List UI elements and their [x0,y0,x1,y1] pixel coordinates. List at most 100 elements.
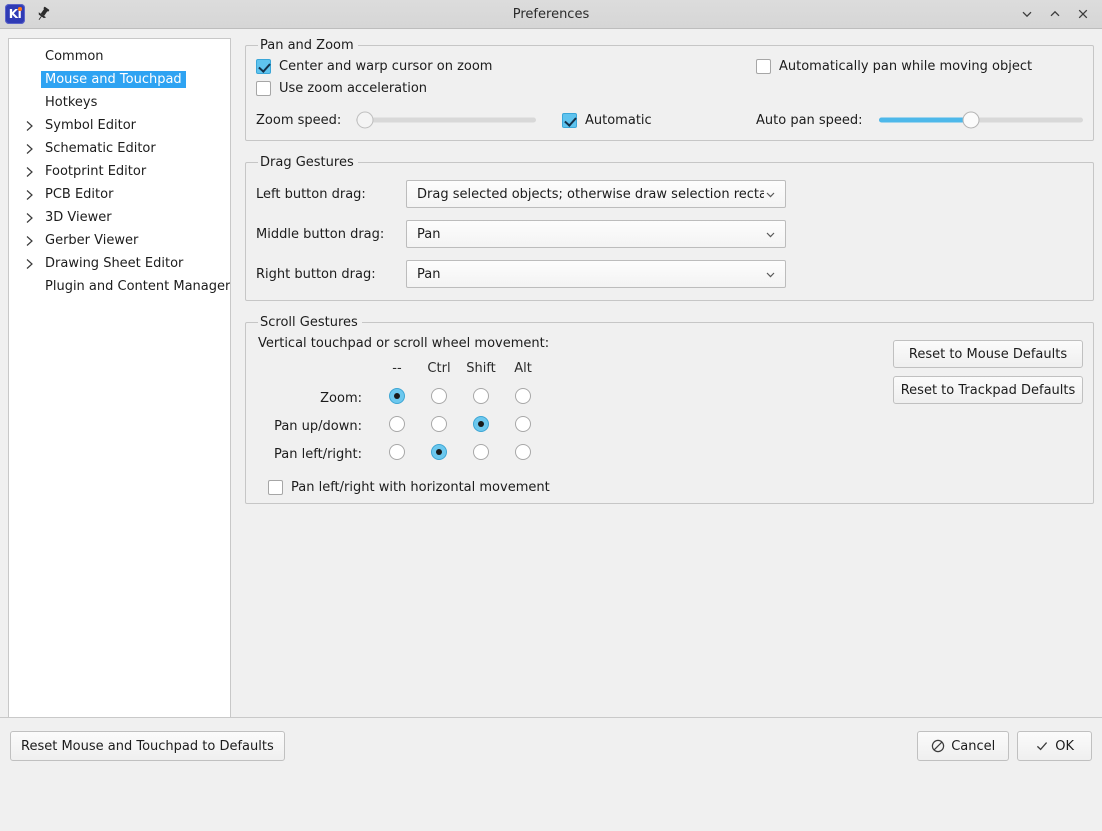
matrix-row-label-pan-up-down: Pan up/down: [256,412,376,440]
middle-button-drag-select[interactable]: Pan [406,220,786,248]
sidebar-item-hotkeys[interactable]: Hotkeys [9,91,230,114]
horizontal-pan-checkbox-row[interactable]: Pan left/right with horizontal movement [268,480,893,495]
chevron-right-icon[interactable] [17,189,41,201]
drag-gestures-title: Drag Gestures [258,155,358,170]
scroll-gestures-subtitle: Vertical touchpad or scroll wheel moveme… [258,336,893,351]
close-icon[interactable] [1070,2,1096,26]
zoom-acceleration-label: Use zoom acceleration [279,81,427,96]
radio-pan-up-down-none[interactable] [389,416,405,432]
chevron-down-icon[interactable] [1014,2,1040,26]
matrix-cell-pan-left-right-none[interactable] [376,440,418,468]
radio-pan-up-down-ctrl[interactable] [431,416,447,432]
radio-zoom-shift[interactable] [473,388,489,404]
matrix-corner [256,361,376,384]
sidebar-item-symbol-editor[interactable]: Symbol Editor [9,114,230,137]
kicad-logo-icon: Ki [5,4,25,24]
sidebar-item-mouse-and-touchpad[interactable]: Mouse and Touchpad [9,68,230,91]
auto-pan-speed-label: Auto pan speed: [756,113,863,128]
radio-pan-up-down-alt[interactable] [515,416,531,432]
pin-icon[interactable] [34,5,52,23]
matrix-column-header-ctrl: Ctrl [418,361,460,384]
center-warp-cursor-checkbox[interactable] [256,59,271,74]
ok-button[interactable]: OK [1017,731,1092,761]
radio-pan-left-right-ctrl[interactable] [431,444,447,460]
sidebar-item-label: Mouse and Touchpad [41,71,186,88]
auto-pan-speed-slider[interactable] [879,110,1083,130]
matrix-cell-zoom-none[interactable] [376,384,418,412]
right-button-drag-select[interactable]: Pan [406,260,786,288]
reset-mouse-and-touchpad-to-defaults-button[interactable]: Reset Mouse and Touchpad to Defaults [10,731,285,761]
matrix-row-label-pan-left-right: Pan left/right: [256,440,376,468]
table-row: Zoom: [256,384,544,412]
sidebar-item-footprint-editor[interactable]: Footprint Editor [9,160,230,183]
matrix-cell-pan-left-right-shift[interactable] [460,440,502,468]
pan-and-zoom-title: Pan and Zoom [258,38,358,53]
check-icon [1035,739,1049,753]
matrix-cell-pan-up-down-ctrl[interactable] [418,412,460,440]
radio-zoom-alt[interactable] [515,388,531,404]
chevron-right-icon[interactable] [17,235,41,247]
matrix-cell-pan-up-down-none[interactable] [376,412,418,440]
matrix-cell-zoom-ctrl[interactable] [418,384,460,412]
chevron-down-icon [764,268,777,281]
left-button-drag-row: Left button drag: Drag selected objects;… [256,180,1083,208]
radio-zoom-ctrl[interactable] [431,388,447,404]
dialog-footer: Reset Mouse and Touchpad to Defaults Can… [0,717,1102,774]
middle-button-drag-value: Pan [417,227,764,242]
radio-pan-left-right-shift[interactable] [473,444,489,460]
radio-pan-left-right-none[interactable] [389,444,405,460]
chevron-right-icon[interactable] [17,120,41,132]
kicad-logo-dot [18,7,22,11]
matrix-cell-zoom-shift[interactable] [460,384,502,412]
reset-to-trackpad-defaults-button[interactable]: Reset to Trackpad Defaults [893,376,1083,404]
matrix-cell-zoom-alt[interactable] [502,384,544,412]
radio-pan-left-right-alt[interactable] [515,444,531,460]
center-warp-cursor-checkbox-row[interactable]: Center and warp cursor on zoom [256,59,756,74]
sidebar-item-common[interactable]: Common [9,45,230,68]
preferences-content: Pan and Zoom Center and warp cursor on z… [231,38,1094,774]
horizontal-pan-checkbox[interactable] [268,480,283,495]
zoom-speed-slider-handle[interactable] [356,112,373,129]
window-controls [1014,2,1102,26]
sidebar-item-label: Drawing Sheet Editor [41,255,187,272]
scroll-gestures-title: Scroll Gestures [258,315,362,330]
sidebar-item-schematic-editor[interactable]: Schematic Editor [9,137,230,160]
chevron-up-icon[interactable] [1042,2,1068,26]
cancel-button[interactable]: Cancel [917,731,1009,761]
auto-pan-speed-slider-handle[interactable] [963,112,980,129]
radio-pan-up-down-shift[interactable] [473,416,489,432]
matrix-cell-pan-up-down-shift[interactable] [460,412,502,440]
chevron-right-icon[interactable] [17,166,41,178]
automatic-zoom-checkbox-row[interactable]: Automatic [562,113,652,128]
zoom-acceleration-checkbox-row[interactable]: Use zoom acceleration [256,81,756,96]
horizontal-pan-label: Pan left/right with horizontal movement [291,480,550,495]
matrix-column-header-shift: Shift [460,361,502,384]
left-button-drag-select[interactable]: Drag selected objects; otherwise draw se… [406,180,786,208]
matrix-cell-pan-left-right-ctrl[interactable] [418,440,460,468]
auto-pan-object-checkbox[interactable] [756,59,771,74]
matrix-cell-pan-up-down-alt[interactable] [502,412,544,440]
scroll-gestures-group: Scroll Gestures Vertical touchpad or scr… [245,315,1094,504]
chevron-down-icon [764,228,777,241]
right-button-drag-label: Right button drag: [256,267,406,282]
auto-pan-speed-slider-fill [879,118,972,123]
preferences-sidebar[interactable]: Common Mouse and Touchpad Hotkeys Symbol… [8,38,231,774]
left-button-drag-label: Left button drag: [256,187,406,202]
matrix-cell-pan-left-right-alt[interactable] [502,440,544,468]
chevron-right-icon[interactable] [17,212,41,224]
sidebar-item-drawing-sheet-editor[interactable]: Drawing Sheet Editor [9,252,230,275]
chevron-right-icon[interactable] [17,258,41,270]
reset-to-mouse-defaults-button[interactable]: Reset to Mouse Defaults [893,340,1083,368]
sidebar-item-label: Plugin and Content Manager [41,278,231,295]
zoom-acceleration-checkbox[interactable] [256,81,271,96]
sidebar-item-label: Footprint Editor [41,163,150,180]
automatic-zoom-checkbox[interactable] [562,113,577,128]
sidebar-item-plugin-and-content-manager[interactable]: Plugin and Content Manager [9,275,230,298]
radio-zoom-none[interactable] [389,388,405,404]
sidebar-item-3d-viewer[interactable]: 3D Viewer [9,206,230,229]
zoom-speed-slider[interactable] [356,110,536,130]
sidebar-item-gerber-viewer[interactable]: Gerber Viewer [9,229,230,252]
chevron-right-icon[interactable] [17,143,41,155]
sidebar-item-pcb-editor[interactable]: PCB Editor [9,183,230,206]
auto-pan-object-checkbox-row[interactable]: Automatically pan while moving object [756,59,1083,74]
